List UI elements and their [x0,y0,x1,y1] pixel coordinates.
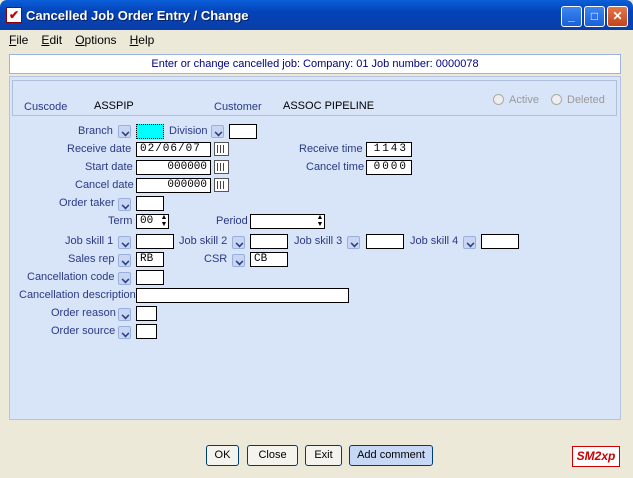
division-field[interactable] [229,124,257,139]
job-skill-3-label: Job skill 3 [294,235,343,247]
job-skill-1-label: Job skill 1 [65,235,114,247]
job-skill-1-dropdown-icon[interactable] [118,236,131,249]
cuscode-value: ASSPIP [94,100,134,112]
period-spinner-icon[interactable]: ▲ ▼ [316,214,324,229]
cancel-time-field[interactable]: 0000 [366,160,412,175]
receive-time-label: Receive time [299,143,363,155]
cancel-date-label: Cancel date [75,179,134,191]
period-field[interactable] [250,214,325,229]
order-reason-label: Order reason [51,307,116,319]
division-label: Division [169,125,208,137]
calendar-icon[interactable] [214,178,229,192]
period-label: Period [216,215,248,227]
title-bar: ✔ Cancelled Job Order Entry / Change _ □… [0,0,633,30]
window-title: Cancelled Job Order Entry / Change [26,8,249,23]
receive-time-field[interactable]: 1143 [366,142,412,157]
job-skill-2-dropdown-icon[interactable] [232,236,245,249]
cancel-date-field[interactable]: 000000 [136,178,211,193]
active-radio-label: Active [509,94,539,106]
customer-value: ASSOC PIPELINE [283,100,375,112]
active-radio[interactable] [493,94,504,105]
term-spinner-icon[interactable]: ▲ ▼ [160,214,168,229]
minimize-icon[interactable]: _ [561,6,582,27]
job-skill-1-field[interactable] [136,234,174,249]
menu-bar: File Edit Options Help [4,30,629,50]
receive-date-label: Receive date [67,143,132,155]
job-skill-2-label: Job skill 2 [179,235,228,247]
start-date-label: Start date [85,161,133,173]
order-taker-field[interactable] [136,196,164,211]
csr-dropdown-icon[interactable] [232,254,245,267]
csr-label: CSR [204,253,228,265]
menu-edit[interactable]: Edit [36,30,67,47]
deleted-radio[interactable] [551,94,562,105]
menu-options[interactable]: Options [70,30,121,47]
branch-field[interactable] [136,124,164,139]
job-skill-4-field[interactable] [481,234,519,249]
menu-help[interactable]: Help [125,30,160,47]
job-skill-4-dropdown-icon[interactable] [463,236,476,249]
calendar-icon[interactable] [214,160,229,174]
cancel-time-label: Cancel time [306,161,365,173]
customer-label: Customer [214,101,262,113]
order-taker-label: Order taker [59,197,115,209]
maximize-icon[interactable]: □ [584,6,605,27]
order-source-field[interactable] [136,324,157,339]
term-label: Term [108,215,133,227]
job-skill-2-field[interactable] [250,234,288,249]
cancellation-code-field[interactable] [136,270,164,285]
exit-button[interactable]: Exit [305,445,342,466]
job-skill-4-label: Job skill 4 [410,235,459,247]
csr-field[interactable]: CB [250,252,288,267]
order-reason-dropdown-icon[interactable] [118,308,131,321]
order-source-dropdown-icon[interactable] [118,326,131,339]
calendar-icon[interactable] [214,142,229,156]
close-button[interactable]: Close [247,445,298,466]
cancellation-description-label: Cancellation description [19,289,136,301]
branch-dropdown-icon[interactable] [118,125,131,138]
deleted-radio-label: Deleted [567,94,605,106]
cancellation-code-dropdown-icon[interactable] [118,272,131,285]
receive-date-field[interactable]: 02/06/07 [136,142,211,157]
cancellation-description-field[interactable] [136,288,349,303]
menu-file[interactable]: File [4,30,33,47]
ok-button[interactable]: OK [206,445,239,466]
order-reason-field[interactable] [136,306,157,321]
sales-rep-field[interactable]: RB [136,252,164,267]
cancellation-code-label: Cancellation code [27,271,115,283]
order-taker-dropdown-icon[interactable] [118,198,131,211]
job-skill-3-dropdown-icon[interactable] [347,236,360,249]
branch-label: Branch [78,125,113,137]
add-comment-button[interactable]: Add comment [349,445,433,466]
order-source-label: Order source [51,325,116,337]
sales-rep-dropdown-icon[interactable] [118,254,131,267]
app-icon: ✔ [6,7,22,23]
sm2xp-logo: SM2xp [572,446,620,467]
job-skill-3-field[interactable] [366,234,404,249]
close-icon[interactable]: ✕ [607,6,628,27]
start-date-field[interactable]: 000000 [136,160,211,175]
sales-rep-label: Sales rep [68,253,115,265]
division-dropdown-icon[interactable] [211,125,224,138]
cuscode-label: Cuscode [24,101,68,113]
header-banner: Enter or change cancelled job: Company: … [9,54,621,74]
